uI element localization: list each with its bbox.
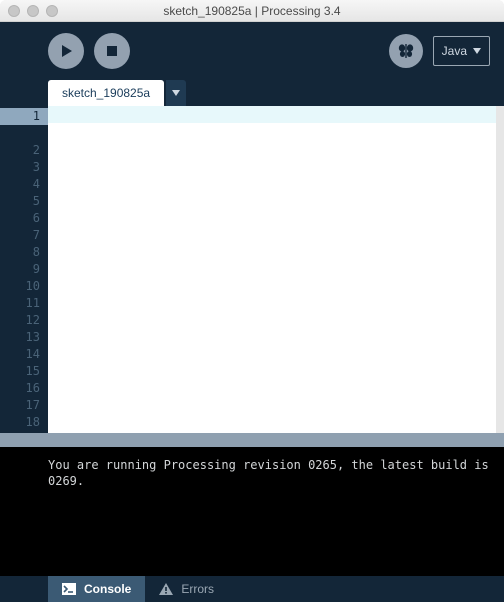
errors-tab-label: Errors xyxy=(181,582,214,596)
errors-tab[interactable]: Errors xyxy=(145,576,228,602)
chevron-down-icon xyxy=(172,90,180,96)
split-divider[interactable] xyxy=(0,433,504,447)
code-editor[interactable] xyxy=(48,106,504,433)
toolbar: Java xyxy=(0,22,504,80)
window-title: sketch_190825a | Processing 3.4 xyxy=(0,4,504,18)
play-icon xyxy=(59,44,73,58)
tab-label: sketch_190825a xyxy=(62,86,150,100)
debug-button[interactable] xyxy=(389,34,423,68)
bottom-tab-bar: Console Errors xyxy=(0,576,504,602)
processing-window: sketch_190825a | Processing 3.4 Java ske… xyxy=(0,0,504,602)
chevron-down-icon xyxy=(473,48,481,54)
console-icon xyxy=(62,583,76,595)
tab-menu-button[interactable] xyxy=(166,80,186,106)
editor-area: 123456789101112131415161718 xyxy=(0,106,504,433)
sketch-tab[interactable]: sketch_190825a xyxy=(48,80,164,106)
stop-icon xyxy=(106,45,118,57)
titlebar: sketch_190825a | Processing 3.4 xyxy=(0,0,504,22)
stop-button[interactable] xyxy=(94,33,130,69)
line-gutter: 123456789101112131415161718 xyxy=(0,106,48,433)
console-tab[interactable]: Console xyxy=(48,576,145,602)
console-text: You are running Processing revision 0265… xyxy=(48,458,496,488)
run-button[interactable] xyxy=(48,33,84,69)
butterfly-icon xyxy=(396,41,416,61)
tab-bar: sketch_190825a xyxy=(0,80,504,106)
mode-label: Java xyxy=(442,44,467,58)
console-tab-label: Console xyxy=(84,582,131,596)
warning-icon xyxy=(159,583,173,595)
console-output: You are running Processing revision 0265… xyxy=(0,447,504,576)
mode-selector[interactable]: Java xyxy=(433,36,490,66)
active-line-highlight xyxy=(48,106,496,123)
